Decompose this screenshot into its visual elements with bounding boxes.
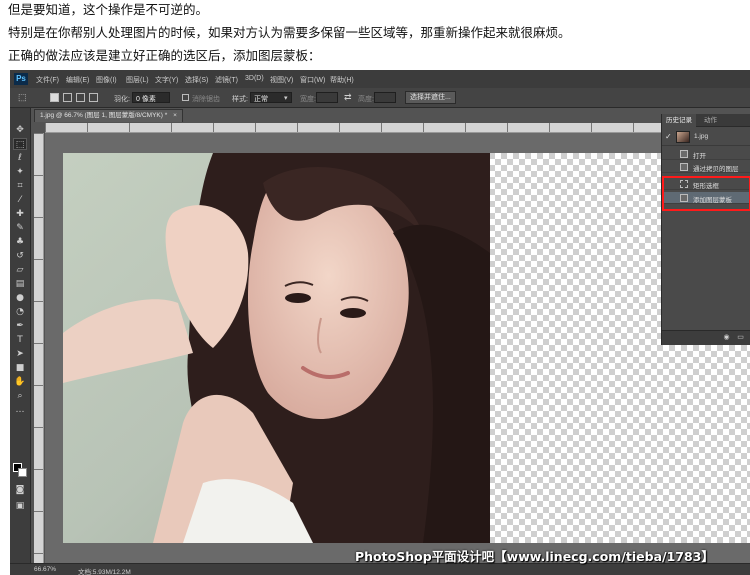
- screen-mode-icon[interactable]: ▣: [13, 500, 27, 512]
- document-tab-title: 1.jpg @ 66.7% (图层 1, 图层蒙版/8/CMYK) *: [40, 112, 168, 119]
- new-document-icon[interactable]: ▭: [736, 334, 745, 342]
- history-step-layer-via-copy[interactable]: 通过拷贝的图层: [662, 161, 750, 173]
- antialias-checkbox[interactable]: [182, 94, 189, 101]
- feather-value: 0 像素: [136, 96, 156, 103]
- menu-view[interactable]: 视图(V): [270, 75, 293, 85]
- history-panel-footer: ◉ ▭: [662, 330, 750, 345]
- style-value: 正常: [254, 96, 268, 103]
- horizontal-ruler: [45, 123, 665, 133]
- height-input[interactable]: [374, 92, 396, 103]
- add-selection-icon[interactable]: [63, 93, 72, 102]
- menu-select[interactable]: 选择(S): [185, 75, 208, 85]
- document-icon: [680, 150, 688, 158]
- panel-tabs: 历史记录 动作: [662, 114, 750, 127]
- history-step-label: 通过拷贝的图层: [693, 166, 739, 173]
- marquee-preset-icon[interactable]: ⬚: [18, 92, 27, 103]
- swap-icon[interactable]: ⇄: [344, 92, 352, 103]
- snapshot-thumbnail: [676, 131, 690, 143]
- path-selection-icon[interactable]: ➤: [13, 348, 27, 360]
- blur-tool-icon[interactable]: ●: [13, 292, 27, 304]
- menu-type[interactable]: 文字(Y): [155, 75, 178, 85]
- type-tool-icon[interactable]: T: [13, 334, 27, 346]
- marquee-tool-icon[interactable]: ⬚: [13, 138, 27, 150]
- width-label: 宽度:: [300, 96, 316, 103]
- history-snapshot[interactable]: ✓ 1.jpg: [662, 128, 750, 146]
- close-icon[interactable]: ×: [173, 112, 177, 119]
- new-selection-icon[interactable]: [50, 93, 59, 102]
- background-color-swatch[interactable]: [18, 468, 27, 477]
- history-step-label: 打开: [693, 153, 706, 160]
- brush-tool-icon[interactable]: ✎: [13, 222, 27, 234]
- zoom-tool-icon[interactable]: ⌕: [13, 390, 27, 402]
- history-brush-source-icon[interactable]: ✓: [665, 132, 672, 141]
- menu-layer[interactable]: 图层(L): [126, 75, 149, 85]
- feather-label: 羽化:: [114, 96, 130, 103]
- menu-file[interactable]: 文件(F): [36, 75, 59, 85]
- gradient-tool-icon[interactable]: ▤: [13, 278, 27, 290]
- tab-history[interactable]: 历史记录: [662, 114, 696, 127]
- article-line-2: 特别是在你帮别人处理图片的时候，如果对方认为需要多保留一些区域等，那重新操作起来…: [8, 25, 571, 40]
- highlight-box: [662, 176, 750, 211]
- width-input[interactable]: [316, 92, 338, 103]
- photoshop-logo: Ps: [14, 73, 28, 85]
- vertical-ruler: [34, 133, 44, 565]
- shape-tool-icon[interactable]: ■: [13, 362, 27, 374]
- lasso-tool-icon[interactable]: ℓ: [13, 152, 27, 164]
- menu-edit[interactable]: 编辑(E): [66, 75, 89, 85]
- article-line-3: 正确的做法应该是建立好正确的选区后，添加图层蒙板：: [8, 48, 321, 63]
- hand-tool-icon[interactable]: ✋: [13, 376, 27, 388]
- camera-icon[interactable]: ◉: [722, 334, 731, 342]
- clone-stamp-icon[interactable]: ♣: [13, 236, 27, 248]
- move-tool-icon[interactable]: ✥: [13, 124, 27, 136]
- portrait-photo-image: [63, 153, 490, 543]
- canvas-area[interactable]: [45, 133, 750, 563]
- dodge-tool-icon[interactable]: ◔: [13, 306, 27, 318]
- history-brush-icon[interactable]: ↺: [13, 250, 27, 262]
- antialias-label: 消除锯齿: [192, 96, 220, 103]
- eyedropper-icon[interactable]: ⁄: [13, 194, 27, 206]
- pen-tool-icon[interactable]: ✒: [13, 320, 27, 332]
- menu-window[interactable]: 窗口(W): [300, 75, 325, 85]
- menu-bar: Ps 文件(F) 编辑(E) 图像(I) 图层(L) 文字(Y) 选择(S) 滤…: [10, 70, 750, 88]
- layer-icon: [680, 163, 688, 171]
- document-tab[interactable]: 1.jpg @ 66.7% (图层 1, 图层蒙版/8/CMYK) * ×: [34, 109, 183, 122]
- watermark-text: PhotoShop平面设计吧【www.linecg.com/tieba/1783…: [355, 549, 714, 564]
- portrait-photo: [63, 153, 490, 543]
- document-info: 文档:5.93M/12.2M: [78, 569, 131, 575]
- eraser-icon[interactable]: ▱: [13, 264, 27, 276]
- menu-filter[interactable]: 滤镜(T): [215, 75, 238, 85]
- tools-panel: ✥ ⬚ ℓ ✦ ⌗ ⁄ ✚ ✎ ♣ ↺ ▱ ▤ ● ◔ ✒ T ➤ ■ ✋ ⌕ …: [10, 108, 31, 563]
- tab-actions[interactable]: 动作: [700, 114, 721, 127]
- history-panel: 历史记录 动作 ✓ 1.jpg 打开 通过拷贝的图层 矩形选框 添加图层蒙板 ◉…: [661, 114, 750, 345]
- snapshot-label: 1.jpg: [694, 133, 709, 140]
- zoom-level[interactable]: 66.67%: [34, 566, 56, 573]
- document-canvas[interactable]: [63, 153, 750, 543]
- style-label: 样式:: [232, 96, 248, 103]
- options-bar: ⬚ 羽化: 0 像素 消除锯齿 样式: 正常 ▾ 宽度: ⇄ 高度: 选择并遮住…: [10, 88, 750, 108]
- menu-3d[interactable]: 3D(D): [245, 75, 264, 82]
- more-tools-icon[interactable]: …: [13, 404, 27, 416]
- article-line-1: 但是要知道，这个操作是不可逆的。: [8, 2, 209, 17]
- select-and-mask-button[interactable]: 选择并遮住...: [405, 91, 456, 104]
- height-label: 高度:: [358, 96, 374, 103]
- magic-wand-icon[interactable]: ✦: [13, 166, 27, 178]
- chevron-down-icon: ▾: [284, 95, 288, 102]
- subtract-selection-icon[interactable]: [76, 93, 85, 102]
- quick-mask-icon[interactable]: ◙: [13, 484, 27, 496]
- intersect-selection-icon[interactable]: [89, 93, 98, 102]
- menu-image[interactable]: 图像(I): [96, 75, 117, 85]
- history-step-open[interactable]: 打开: [662, 148, 750, 160]
- healing-brush-icon[interactable]: ✚: [13, 208, 27, 220]
- crop-tool-icon[interactable]: ⌗: [13, 180, 27, 192]
- photoshop-window: Ps 文件(F) 编辑(E) 图像(I) 图层(L) 文字(Y) 选择(S) 滤…: [10, 70, 750, 575]
- menu-help[interactable]: 帮助(H): [330, 75, 354, 85]
